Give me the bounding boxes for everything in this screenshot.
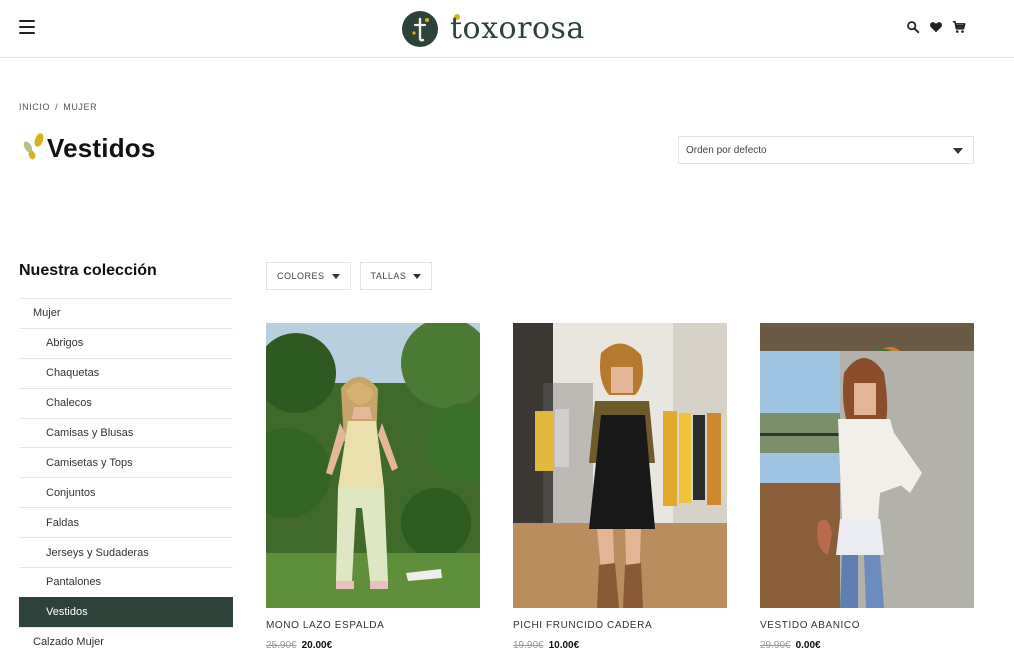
sidebar-item-jerseys-sudaderas[interactable]: Jerseys y Sudaderas — [19, 537, 233, 567]
site-header: toxorosa — [0, 0, 1014, 58]
sidebar-title: Nuestra colección — [19, 262, 157, 279]
old-price: 19,90€ — [513, 640, 544, 648]
sidebar-item-faldas[interactable]: Faldas — [19, 507, 233, 537]
product-price: 19,90€ 10,00€ — [513, 640, 727, 648]
sort-selected-value: Orden por defecto — [686, 144, 767, 156]
sidebar-item-label: Calzado Mujer — [33, 636, 104, 648]
sidebar-item-calzado-mujer[interactable]: Calzado Mujer — [19, 626, 233, 648]
product-price: 25,90€ 20,00€ — [266, 640, 480, 648]
sidebar-item-pantalones[interactable]: Pantalones — [19, 567, 233, 597]
product-card: VESTIDO ABANICO 29,90€ 0,00€ — [760, 323, 974, 648]
breadcrumb-separator: / — [55, 102, 59, 112]
page-title: Vestidos — [47, 132, 156, 163]
sidebar-item-label: Conjuntos — [46, 486, 96, 499]
sidebar-item-camisas-blusas[interactable]: Camisas y Blusas — [19, 417, 233, 448]
logo-badge-icon — [402, 11, 438, 47]
filter-tallas-button[interactable]: TALLAS — [359, 262, 433, 290]
product-price: 29,90€ 0,00€ — [760, 640, 974, 648]
category-list: Mujer Abrigos Chaquetas Chalecos Camisas… — [19, 298, 233, 648]
sale-price: 0,00€ — [795, 640, 821, 648]
product-name[interactable]: MONO LAZO ESPALDA — [266, 620, 480, 631]
sale-price: 20,00€ — [301, 640, 333, 648]
sidebar-item-label: Mujer — [33, 307, 61, 320]
sidebar-item-chalecos[interactable]: Chalecos — [19, 387, 233, 418]
header-actions — [906, 20, 966, 34]
brand-name: toxorosa — [450, 10, 585, 46]
page-title-block: Vestidos — [19, 131, 156, 165]
sidebar-item-chaquetas[interactable]: Chaquetas — [19, 357, 233, 388]
breadcrumb: INICIO / MUJER — [19, 102, 97, 112]
menu-icon[interactable] — [19, 20, 35, 34]
sidebar-item-label: Pantalones — [46, 576, 102, 589]
breadcrumb-current[interactable]: MUJER — [63, 102, 97, 112]
sidebar-item-label: Chalecos — [46, 397, 92, 410]
sort-select[interactable]: Orden por defecto — [678, 136, 974, 164]
breadcrumb-home[interactable]: INICIO — [19, 102, 50, 112]
filter-bar: COLORES TALLAS — [266, 262, 433, 290]
leaf-accent-icon — [23, 133, 44, 160]
filter-label: COLORES — [277, 271, 325, 281]
filter-label: TALLAS — [370, 271, 407, 281]
sidebar-item-camisetas-tops[interactable]: Camisetas y Tops — [19, 447, 233, 477]
sidebar-item-abrigos[interactable]: Abrigos — [19, 327, 233, 358]
sidebar-item-label: Camisetas y Tops — [46, 456, 133, 469]
sidebar-item-label: Camisas y Blusas — [46, 427, 134, 439]
sidebar-item-conjuntos[interactable]: Conjuntos — [19, 477, 233, 507]
sidebar-item-label: Jerseys y Sudaderas — [46, 546, 149, 559]
sidebar-item-label: Vestidos — [46, 606, 88, 619]
product-image[interactable] — [760, 323, 974, 608]
chevron-down-icon — [413, 273, 422, 279]
search-icon[interactable] — [906, 20, 920, 34]
sale-price: 10,00€ — [548, 640, 580, 648]
cart-icon[interactable] — [952, 20, 966, 34]
old-price: 29,90€ — [760, 640, 791, 648]
sidebar-item-vestidos[interactable]: Vestidos — [19, 596, 233, 627]
chevron-down-icon — [953, 148, 963, 154]
sidebar-item-label: Faldas — [46, 516, 80, 529]
sidebar-item-label: Chaquetas — [46, 367, 100, 380]
product-name[interactable]: PICHI FRUNCIDO CADERA — [513, 620, 727, 631]
old-price: 25,90€ — [266, 640, 297, 648]
heart-icon[interactable] — [929, 20, 943, 34]
brand-logo[interactable]: toxorosa — [402, 9, 585, 49]
chevron-down-icon — [331, 273, 340, 279]
product-name[interactable]: VESTIDO ABANICO — [760, 620, 974, 631]
product-image[interactable] — [513, 323, 727, 608]
product-card: PICHI FRUNCIDO CADERA 19,90€ 10,00€ — [513, 323, 727, 648]
sidebar-item-label: Abrigos — [46, 337, 84, 350]
filter-colores-button[interactable]: COLORES — [266, 262, 351, 290]
sidebar-item-mujer[interactable]: Mujer — [19, 298, 233, 328]
product-image[interactable] — [266, 323, 480, 608]
product-card: MONO LAZO ESPALDA 25,90€ 20,00€ — [266, 323, 480, 648]
